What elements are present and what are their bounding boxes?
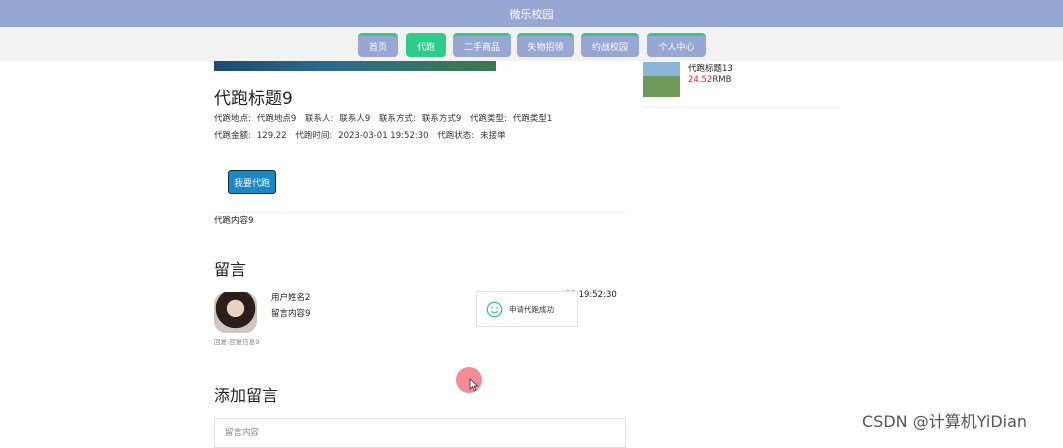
detail-meta-row-1: 代跑地点: 代跑地点9 联系人: 联系人9 联系方式: 联系方式9 代跑类型: 代跑类型… <box>214 112 558 124</box>
type-value: 代跑类型1 <box>512 114 553 124</box>
nav-item-errand[interactable]: 代跑 <box>406 33 446 57</box>
contact-method-label: 联系方式: <box>379 114 416 124</box>
amount-value: 129.22 <box>256 131 287 141</box>
contact-value: 联系人9 <box>339 114 371 124</box>
status-value: 未接单 <box>480 131 506 141</box>
detail-content: 代跑内容9 <box>214 216 254 226</box>
success-toast: 申请代跑成功 <box>476 291 578 327</box>
detail-image <box>214 61 496 71</box>
sidebar-item-title[interactable]: 代跑标题13 <box>688 62 733 74</box>
cursor-icon <box>469 378 479 392</box>
comment-body: 留言内容9 <box>271 309 311 319</box>
status-label: 代跑状态: <box>437 131 475 141</box>
comment-input[interactable] <box>214 418 626 448</box>
location-label: 代跑地点: <box>214 114 251 124</box>
smile-icon <box>486 301 503 317</box>
watermark: CSDN @计算机YiDian <box>862 412 1028 431</box>
page-title: 代跑标题9 <box>214 89 293 109</box>
time-value: 2023-03-01 19:52:30 <box>338 131 429 141</box>
sidebar-item-thumbnail[interactable] <box>643 62 680 97</box>
sidebar-item-price: 24.52RMB <box>688 75 731 85</box>
contact-label: 联系人: <box>305 114 334 124</box>
content-divider <box>214 212 626 213</box>
app-header: 微乐校园 <box>0 0 1063 27</box>
time-label: 代跑时间: <box>295 131 333 141</box>
nav-item-campus-battle[interactable]: 约战校园 <box>581 33 639 57</box>
amount-label: 代跑金额: <box>214 131 251 141</box>
type-label: 代跑类型: <box>470 114 507 124</box>
sidebar-divider <box>643 107 839 108</box>
nav-item-second-hand[interactable]: 二手商品 <box>453 33 511 57</box>
sidebar-item-price-value: 24.52 <box>688 75 713 85</box>
nav-item-lost-found[interactable]: 失物招领 <box>517 33 574 57</box>
app-title: 微乐校园 <box>509 7 554 21</box>
comment-reply: 回复:回复信息9 <box>214 338 260 346</box>
location-value: 代跑地点9 <box>256 114 297 124</box>
comment-user: 用户姓名2 <box>271 293 311 303</box>
avatar <box>214 292 257 333</box>
sidebar-item-price-unit: RMB <box>712 75 732 85</box>
detail-meta-row-2: 代跑金额: 129.22 代跑时间: 2023-03-01 19:52:30 代跑状… <box>214 129 512 141</box>
add-comment-heading: 添加留言 <box>214 386 279 405</box>
comments-heading: 留言 <box>214 260 247 279</box>
nav-item-profile[interactable]: 个人中心 <box>647 33 706 57</box>
contact-method-value: 联系方式9 <box>421 114 462 124</box>
take-errand-button[interactable]: 我要代跑 <box>228 170 276 194</box>
toast-message: 申请代跑成功 <box>509 304 554 314</box>
nav-item-home[interactable]: 首页 <box>358 33 398 57</box>
